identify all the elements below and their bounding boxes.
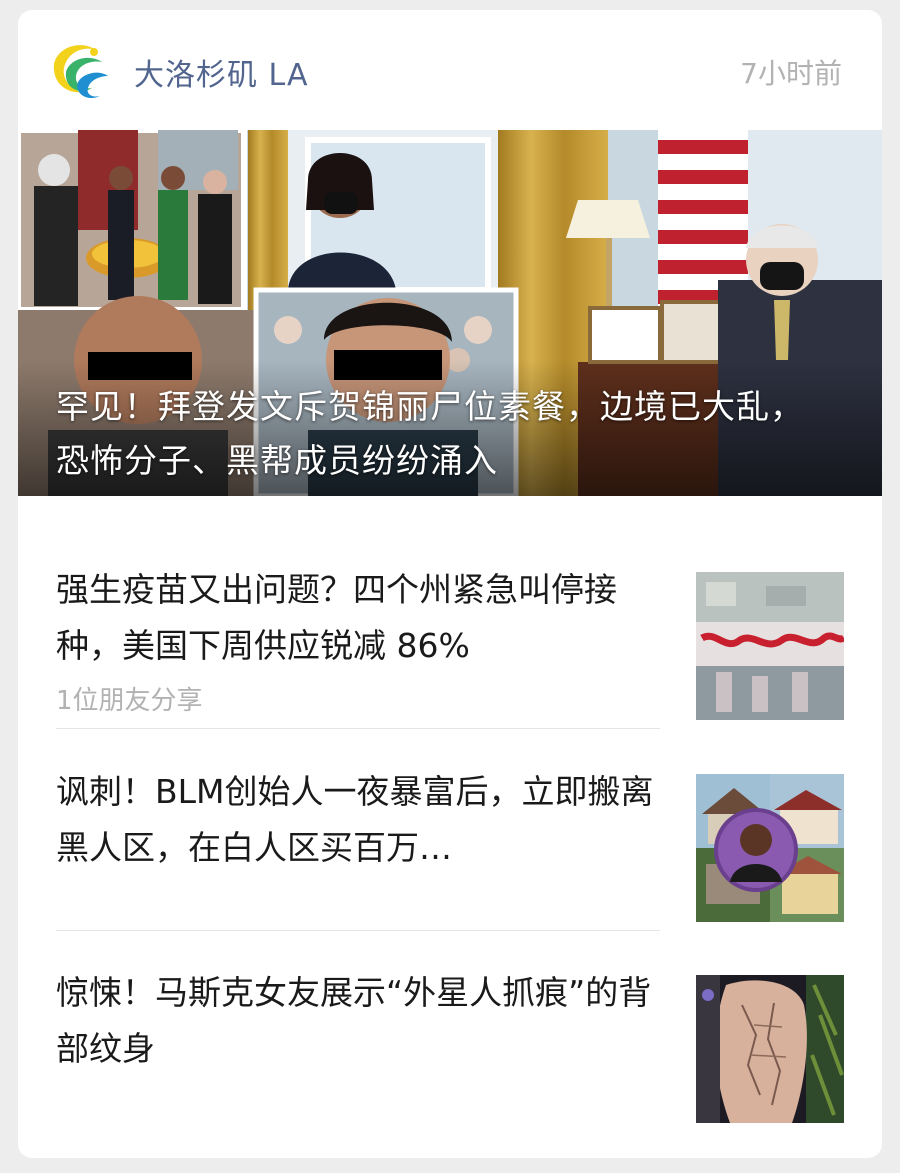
back-tattoo-thumbnail[interactable]: [696, 975, 844, 1123]
article-title[interactable]: 强生疫苗又出问题？四个州紧急叫停接种，美国下周供应锐减 86%: [56, 562, 666, 674]
article-divider: [56, 930, 660, 931]
account-header[interactable]: 大洛杉矶 LA 7小时前: [18, 10, 882, 130]
article-title[interactable]: 惊悚！马斯克女友展示“外星人抓痕”的背部纹身: [56, 965, 666, 1077]
article-feed-card: 大洛杉矶 LA 7小时前 罕见！拜登发文斥贺锦丽尸位素餐，边境已大乱，恐怖分子、…: [18, 10, 882, 1158]
account-name[interactable]: 大洛杉矶 LA: [134, 50, 308, 94]
houses-collage-thumbnail[interactable]: [696, 774, 844, 922]
swirl-logo-icon[interactable]: [48, 38, 112, 102]
publish-time: 7小时前: [740, 57, 842, 90]
article-item[interactable]: 讽刺！BLM创始人一夜暴富后，立即搬离黑人区，在白人区买百万…: [56, 732, 844, 932]
article-item[interactable]: 强生疫苗又出问题？四个州紧急叫停接种，美国下周供应锐减 86% 1位朋友分享: [56, 530, 844, 730]
vaccine-label-thumbnail[interactable]: [696, 572, 844, 720]
article-title[interactable]: 讽刺！BLM创始人一夜暴富后，立即搬离黑人区，在白人区买百万…: [56, 764, 666, 876]
hero-article-title[interactable]: 罕见！拜登发文斥贺锦丽尸位素餐，边境已大乱，恐怖分子、黑帮成员纷纷涌入: [56, 380, 832, 488]
hero-article[interactable]: 罕见！拜登发文斥贺锦丽尸位素餐，边境已大乱，恐怖分子、黑帮成员纷纷涌入: [18, 130, 882, 496]
share-count: 1位朋友分享: [56, 686, 203, 716]
article-divider: [56, 728, 660, 729]
article-item[interactable]: 惊悚！马斯克女友展示“外星人抓痕”的背部纹身: [56, 933, 844, 1133]
